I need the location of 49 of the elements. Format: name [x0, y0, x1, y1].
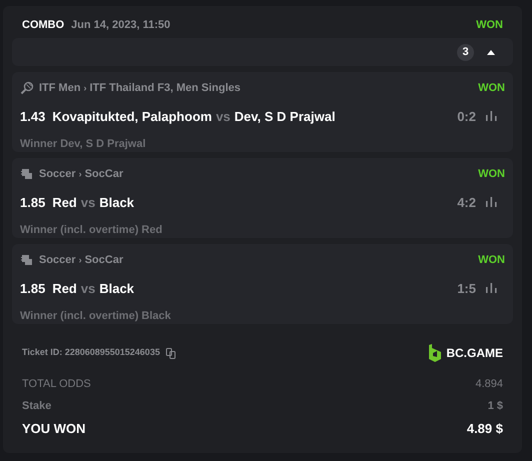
ticket-id: Ticket ID: 2280608955015246035	[22, 346, 160, 360]
bet-type: COMBO	[22, 18, 64, 33]
away-team: Black	[99, 280, 134, 298]
stats-icon[interactable]	[486, 197, 497, 208]
home-team: Kovapitukted, Palaphoom	[52, 108, 212, 126]
won-amount: 4.89 $	[466, 420, 503, 438]
selection-status: WON	[478, 81, 505, 96]
selection-status: WON	[478, 167, 505, 182]
stats-icon[interactable]	[486, 283, 497, 294]
market-selection: Winner Dev, S D Prajwal	[20, 137, 147, 152]
tournament-name: SocCar	[84, 167, 124, 182]
away-team: Black	[99, 194, 134, 212]
breadcrumb-separator: ›	[78, 168, 82, 180]
stake-value: 1 $	[488, 398, 503, 414]
odds: 1.85	[20, 194, 46, 212]
league-name: ITF Men	[39, 81, 81, 96]
league-name: Soccer	[39, 253, 76, 268]
league-name: Soccer	[39, 167, 76, 182]
bet-status: WON	[476, 18, 503, 33]
breadcrumb-separator: ›	[84, 82, 87, 94]
odds: 1.85	[20, 280, 46, 298]
home-team: Red	[52, 194, 77, 212]
score: 4:2	[457, 194, 476, 212]
total-odds-value: 4.894	[475, 377, 503, 392]
home-team: Red	[52, 280, 77, 298]
breadcrumb-separator: ›	[78, 254, 82, 266]
stats-icon[interactable]	[486, 111, 497, 122]
logo-icon	[428, 344, 442, 362]
score: 0:2	[457, 108, 476, 126]
tournament-name: SocCar	[84, 253, 124, 268]
copy-icon[interactable]	[166, 348, 176, 358]
stake-label: Stake	[22, 398, 52, 414]
away-team: Dev, S D Prajwal	[234, 108, 336, 126]
won-label: YOU WON	[22, 420, 86, 438]
brand-name: BC.GAME	[446, 345, 503, 362]
odds: 1.43	[20, 108, 46, 126]
tournament-name: ITF Thailand F3, Men Singles	[90, 81, 241, 96]
versus: vs	[80, 194, 96, 212]
versus: vs	[80, 280, 96, 298]
market-selection: Winner (incl. overtime) Black	[20, 309, 172, 324]
racket-icon	[20, 81, 34, 96]
selections-bar[interactable]: 3	[12, 38, 513, 66]
selection-count: 3	[457, 44, 474, 60]
selection-status: WON	[478, 253, 505, 268]
total-odds-label: TOTAL ODDS	[22, 377, 91, 392]
versus: vs	[216, 108, 230, 126]
bet-date: Jun 14, 2023, 11:50	[71, 18, 170, 33]
score: 1:5	[457, 280, 476, 298]
market-selection: Winner (incl. overtime) Red	[20, 223, 164, 238]
